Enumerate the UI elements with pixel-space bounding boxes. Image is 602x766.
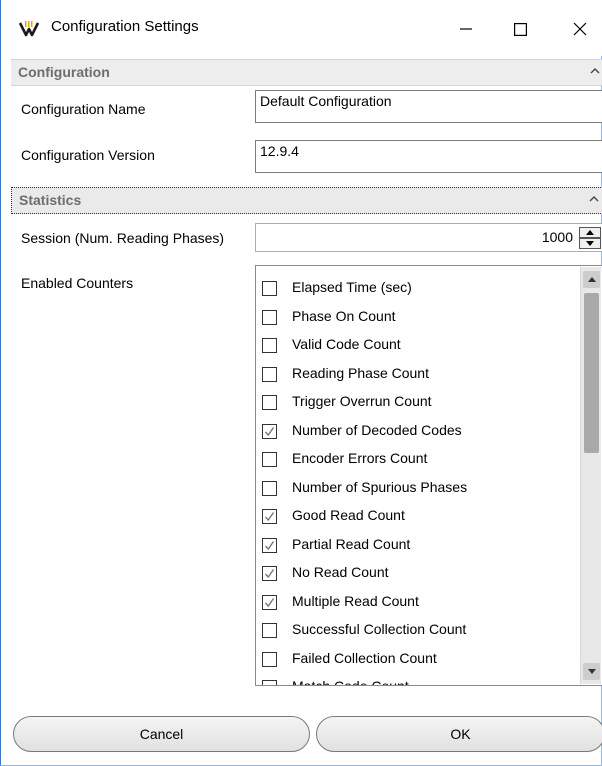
counter-label: Partial Read Count	[292, 535, 411, 552]
counter-label: Successful Collection Count	[292, 621, 467, 637]
section-title: Statistics	[19, 192, 82, 208]
session-value[interactable]: 1000	[542, 229, 573, 245]
counter-item[interactable]: Trigger Overrun Count	[262, 389, 578, 417]
barcode-reader-icon	[18, 20, 40, 38]
counter-checkbox[interactable]	[262, 566, 277, 581]
arrow-up-icon	[586, 230, 594, 235]
counter-item[interactable]: Number of Spurious Phases	[262, 475, 578, 503]
counter-label: Reading Phase Count	[292, 364, 429, 381]
counter-item[interactable]: Valid Code Count	[262, 332, 578, 360]
scroll-down-button[interactable]	[583, 663, 600, 680]
counter-label: Good Read Count	[292, 507, 405, 523]
counter-label: Number of Decoded Codes	[292, 421, 462, 438]
counter-item[interactable]: Elapsed Time (sec)	[262, 275, 578, 303]
close-button[interactable]	[557, 8, 602, 50]
counter-checkbox[interactable]	[262, 509, 277, 524]
checkmark-icon	[264, 426, 275, 436]
counter-checkbox[interactable]	[262, 537, 277, 553]
counter-label: Valid Code Count	[292, 336, 401, 352]
chevron-up-icon[interactable]	[589, 194, 599, 204]
counter-label: Match Code Count	[292, 678, 409, 685]
statistics-section-header[interactable]: Statistics	[11, 187, 602, 214]
counter-label: Phase On Count	[292, 307, 396, 324]
enabled-counters-list[interactable]: Elapsed Time (sec) Phase On Count Valid Co…	[255, 265, 602, 686]
counter-checkbox[interactable]	[262, 594, 277, 610]
configuration-settings-window: Configuration Settings Configuration Con…	[0, 0, 602, 766]
counter-label: Elapsed Time (sec)	[292, 279, 412, 295]
vertical-scrollbar[interactable]	[580, 267, 601, 684]
counter-label: No Read Count	[292, 564, 389, 580]
checkmark-icon	[264, 512, 275, 522]
configuration-name-label: Configuration Name	[21, 101, 146, 117]
counter-label: Multiple Read Count	[292, 592, 419, 609]
decrement-button[interactable]	[579, 238, 601, 249]
counter-label: Number of Spurious Phases	[292, 478, 468, 495]
counter-checkbox[interactable]	[262, 651, 277, 667]
close-icon	[573, 22, 587, 36]
counter-checkbox[interactable]	[262, 452, 277, 467]
counter-item[interactable]: Good Read Count	[262, 503, 578, 531]
arrow-down-icon	[587, 669, 596, 674]
counter-checkbox[interactable]	[262, 309, 277, 325]
counter-item[interactable]: Number of Decoded Codes	[262, 418, 578, 446]
counter-checkbox[interactable]	[262, 281, 277, 296]
enabled-counters-label: Enabled Counters	[21, 275, 134, 291]
checkmark-icon	[264, 540, 275, 550]
counter-item[interactable]: Encoder Errors Count	[262, 446, 578, 474]
configuration-section-header[interactable]: Configuration	[11, 59, 602, 86]
counter-item[interactable]: Successful Collection Count	[262, 617, 578, 645]
maximize-button[interactable]	[497, 8, 543, 50]
counter-item[interactable]: No Read Count	[262, 560, 578, 588]
configuration-version-field[interactable]: 12.9.4	[255, 140, 602, 173]
cancel-button[interactable]: Cancel	[13, 716, 310, 752]
configuration-name-field[interactable]: Default Configuration	[255, 90, 602, 123]
configuration-version-label: Configuration Version	[21, 147, 155, 163]
counter-checkbox[interactable]	[262, 338, 277, 353]
counter-checkbox[interactable]	[262, 480, 277, 496]
counter-checkbox[interactable]	[262, 366, 277, 382]
counter-label: Failed Collection Count	[292, 649, 437, 666]
counter-checkbox[interactable]	[262, 423, 277, 439]
session-label: Session (Num. Reading Phases)	[21, 230, 225, 246]
increment-button[interactable]	[579, 227, 601, 238]
counter-checkbox[interactable]	[262, 680, 277, 685]
ok-button[interactable]: OK	[316, 716, 602, 752]
counter-item[interactable]: Multiple Read Count	[262, 589, 578, 617]
counter-checkbox[interactable]	[262, 623, 277, 638]
counter-item[interactable]: Partial Read Count	[262, 532, 578, 560]
counter-item[interactable]: Phase On Count	[262, 304, 578, 332]
maximize-icon	[513, 22, 527, 36]
window-title: Configuration Settings	[51, 18, 199, 35]
section-title: Configuration	[18, 64, 110, 80]
counter-item[interactable]: Failed Collection Count	[262, 646, 578, 674]
counter-item[interactable]: Match Code Count	[262, 674, 578, 685]
scroll-up-button[interactable]	[583, 271, 600, 288]
counter-label: Encoder Errors Count	[292, 450, 428, 466]
session-stepper[interactable]: 1000	[255, 223, 602, 252]
scrollbar-thumb[interactable]	[584, 293, 599, 453]
counter-checkbox[interactable]	[262, 395, 277, 410]
counter-label: Trigger Overrun Count	[292, 393, 432, 409]
arrow-up-icon	[587, 277, 596, 282]
checkmark-icon	[264, 569, 275, 579]
counter-item[interactable]: Reading Phase Count	[262, 361, 578, 389]
checkmark-icon	[264, 597, 275, 607]
minimize-button[interactable]	[443, 8, 489, 50]
chevron-up-icon[interactable]	[590, 66, 600, 76]
title-bar[interactable]: Configuration Settings	[1, 0, 602, 56]
arrow-down-icon	[586, 241, 594, 246]
minimize-icon	[460, 28, 472, 30]
counter-list-viewport: Elapsed Time (sec) Phase On Count Valid Co…	[256, 266, 580, 685]
